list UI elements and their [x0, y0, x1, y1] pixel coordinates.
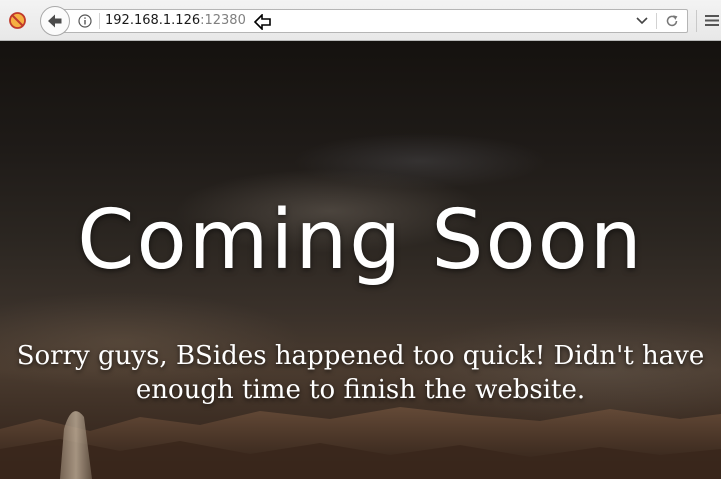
url-text[interactable]: 192.168.1.126:12380: [105, 13, 246, 29]
page-title: Coming Soon: [77, 193, 644, 288]
mouse-cursor-icon: [254, 14, 271, 30]
browser-toolbar: 192.168.1.126:12380: [0, 0, 721, 41]
back-button[interactable]: [40, 6, 70, 36]
page-message: Sorry guys, BSides happened too quick! D…: [16, 341, 705, 405]
toolbar-separator: [696, 10, 697, 32]
url-bar[interactable]: 192.168.1.126:12380: [60, 9, 688, 33]
blocked-site-icon[interactable]: [9, 12, 26, 29]
url-host: 192.168.1.126: [105, 13, 201, 28]
chevron-down-icon[interactable]: [635, 15, 649, 27]
reload-separator: [656, 13, 657, 29]
hamburger-menu-icon[interactable]: [705, 14, 719, 27]
url-separator: [99, 13, 100, 29]
back-arrow-icon: [48, 14, 62, 28]
reload-icon[interactable]: [665, 14, 679, 28]
url-port: :12380: [200, 13, 246, 28]
page-content: Coming Soon Sorry guys, BSides happened …: [0, 41, 721, 479]
info-icon[interactable]: [78, 14, 92, 28]
